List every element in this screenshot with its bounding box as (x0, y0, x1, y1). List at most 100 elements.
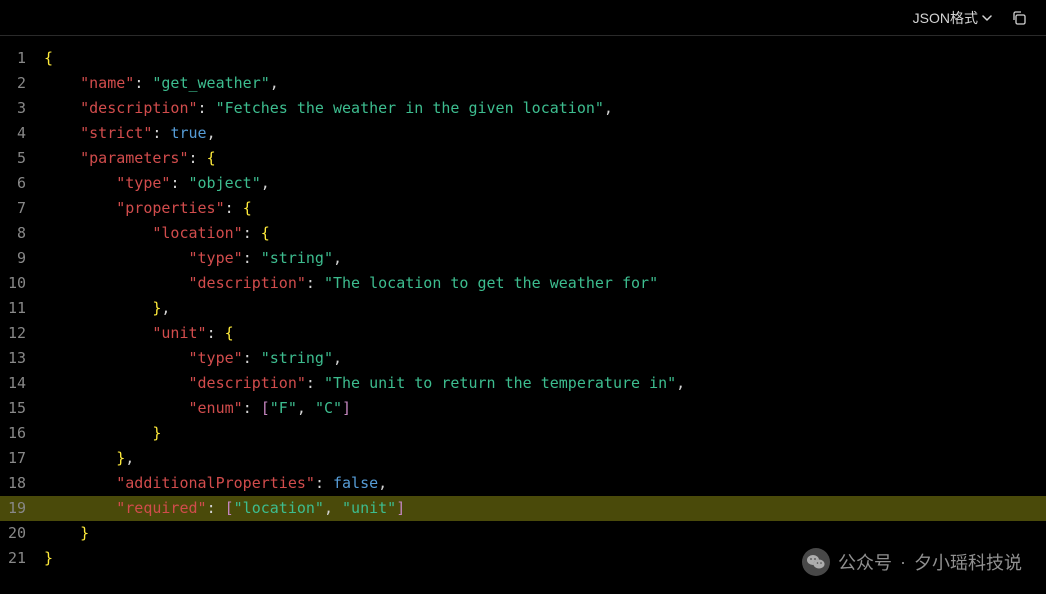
code-line[interactable]: 11 }, (0, 296, 1046, 321)
token-key: "required" (116, 499, 206, 517)
line-content: }, (36, 446, 1046, 471)
code-line[interactable]: 15 "enum": ["F", "C"] (0, 396, 1046, 421)
token-brace: { (261, 224, 270, 242)
line-number: 7 (0, 196, 36, 221)
token-bool: true (170, 124, 206, 142)
token-string: "get_weather" (152, 74, 269, 92)
code-line[interactable]: 16 } (0, 421, 1046, 446)
code-line[interactable]: 14 "description": "The unit to return th… (0, 371, 1046, 396)
line-number: 11 (0, 296, 36, 321)
code-line[interactable]: 20 } (0, 521, 1046, 546)
token-key: "parameters" (80, 149, 188, 167)
token-punct: , (333, 349, 342, 367)
line-content: "strict": true, (36, 121, 1046, 146)
token-key: "name" (80, 74, 134, 92)
line-content: "description": "Fetches the weather in t… (36, 96, 1046, 121)
token-string: "string" (261, 349, 333, 367)
token-key: "type" (116, 174, 170, 192)
copy-button[interactable] (1010, 9, 1028, 27)
code-line[interactable]: 2 "name": "get_weather", (0, 71, 1046, 96)
format-dropdown[interactable]: JSON格式 (913, 8, 992, 28)
token-string: "object" (189, 174, 261, 192)
line-content: { (36, 46, 1046, 71)
token-punct: , (297, 399, 315, 417)
line-number: 9 (0, 246, 36, 271)
line-content: "name": "get_weather", (36, 71, 1046, 96)
token-punct: : (198, 99, 216, 117)
line-number: 14 (0, 371, 36, 396)
token-punct: : (170, 174, 188, 192)
line-number: 18 (0, 471, 36, 496)
token-brace: } (116, 449, 125, 467)
code-line[interactable]: 8 "location": { (0, 221, 1046, 246)
code-line[interactable]: 5 "parameters": { (0, 146, 1046, 171)
token-string: "The location to get the weather for" (324, 274, 658, 292)
code-line[interactable]: 17 }, (0, 446, 1046, 471)
code-line[interactable]: 19 "required": ["location", "unit"] (0, 496, 1046, 521)
line-content: "type": "object", (36, 171, 1046, 196)
code-line[interactable]: 13 "type": "string", (0, 346, 1046, 371)
token-bracket: ] (342, 399, 351, 417)
toolbar: JSON格式 (0, 0, 1046, 36)
token-bracket: [ (225, 499, 234, 517)
token-string: "string" (261, 249, 333, 267)
line-content: "description": "The location to get the … (36, 271, 1046, 296)
code-line[interactable]: 9 "type": "string", (0, 246, 1046, 271)
token-punct: , (161, 299, 170, 317)
code-line[interactable]: 12 "unit": { (0, 321, 1046, 346)
format-label: JSON格式 (913, 8, 978, 28)
token-punct: : (243, 249, 261, 267)
token-brace: { (243, 199, 252, 217)
watermark-sep: · (900, 552, 906, 573)
line-number: 13 (0, 346, 36, 371)
line-number: 16 (0, 421, 36, 446)
code-line[interactable]: 6 "type": "object", (0, 171, 1046, 196)
token-punct: : (306, 374, 324, 392)
token-punct: , (261, 174, 270, 192)
token-bracket: [ (261, 399, 270, 417)
token-key: "unit" (152, 324, 206, 342)
token-key: "type" (189, 349, 243, 367)
token-punct: : (207, 324, 225, 342)
token-punct: : (134, 74, 152, 92)
line-number: 3 (0, 96, 36, 121)
code-line[interactable]: 1{ (0, 46, 1046, 71)
token-key: "description" (189, 274, 306, 292)
token-brace: { (44, 49, 53, 67)
code-line[interactable]: 18 "additionalProperties": false, (0, 471, 1046, 496)
token-punct: , (324, 499, 342, 517)
line-number: 1 (0, 46, 36, 71)
line-number: 5 (0, 146, 36, 171)
code-line[interactable]: 3 "description": "Fetches the weather in… (0, 96, 1046, 121)
watermark-label: 公众号 (838, 549, 892, 575)
token-key: "enum" (189, 399, 243, 417)
token-punct: : (207, 499, 225, 517)
code-line[interactable]: 10 "description": "The location to get t… (0, 271, 1046, 296)
chevron-down-icon (982, 13, 992, 23)
code-line[interactable]: 7 "properties": { (0, 196, 1046, 221)
code-line[interactable]: 4 "strict": true, (0, 121, 1046, 146)
token-key: "additionalProperties" (116, 474, 315, 492)
wechat-icon (802, 548, 830, 576)
line-content: "additionalProperties": false, (36, 471, 1046, 496)
token-string: "location" (234, 499, 324, 517)
token-punct: : (243, 349, 261, 367)
line-content: "parameters": { (36, 146, 1046, 171)
code-editor[interactable]: 1{2 "name": "get_weather",3 "description… (0, 36, 1046, 571)
token-punct: , (676, 374, 685, 392)
line-number: 6 (0, 171, 36, 196)
token-key: "properties" (116, 199, 224, 217)
token-punct: , (270, 74, 279, 92)
token-string: "C" (315, 399, 342, 417)
token-brace: } (80, 524, 89, 542)
line-number: 20 (0, 521, 36, 546)
line-number: 10 (0, 271, 36, 296)
line-number: 15 (0, 396, 36, 421)
line-number: 19 (0, 496, 36, 521)
token-key: "type" (189, 249, 243, 267)
token-punct: , (333, 249, 342, 267)
line-number: 2 (0, 71, 36, 96)
token-punct: , (125, 449, 134, 467)
line-content: "unit": { (36, 321, 1046, 346)
line-content: "properties": { (36, 196, 1046, 221)
